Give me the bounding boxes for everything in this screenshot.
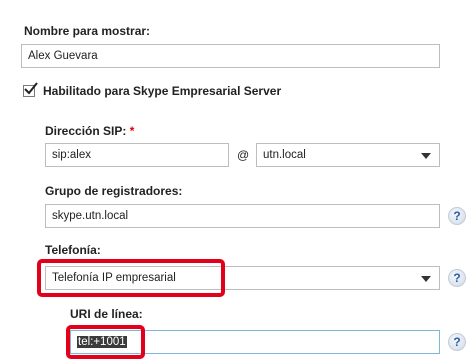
help-icon[interactable]: ? <box>448 207 466 225</box>
sip-user-input[interactable]: sip:alex <box>45 143 229 167</box>
display-name-label: Nombre para mostrar: <box>24 24 151 38</box>
telephony-label: Telefonía: <box>45 243 101 257</box>
at-separator: @ <box>237 148 250 162</box>
help-icon[interactable]: ? <box>448 269 466 287</box>
sip-domain-value: utn.local <box>263 149 306 161</box>
display-name-input[interactable]: Alex Guevara <box>21 44 440 68</box>
sip-label: Dirección SIP: <box>45 124 127 138</box>
required-marker: * <box>129 124 135 138</box>
chevron-down-icon <box>421 153 431 159</box>
help-icon[interactable]: ? <box>448 333 466 351</box>
line-uri-label: URI de línea: <box>70 307 143 321</box>
highlight-box-telephony <box>37 259 225 297</box>
chevron-down-icon <box>421 276 431 282</box>
sip-domain-select[interactable]: utn.local <box>256 143 440 167</box>
check-icon <box>24 82 38 95</box>
enabled-checkbox[interactable] <box>23 82 38 97</box>
enabled-label: Habilitado para Skype Empresarial Server <box>43 84 282 98</box>
highlight-box-line-uri <box>66 325 145 359</box>
registrar-input[interactable]: skype.utn.local <box>45 204 440 228</box>
registrar-label: Grupo de registradores: <box>45 184 183 198</box>
sip-label-wrap: Dirección SIP: * <box>45 124 134 138</box>
